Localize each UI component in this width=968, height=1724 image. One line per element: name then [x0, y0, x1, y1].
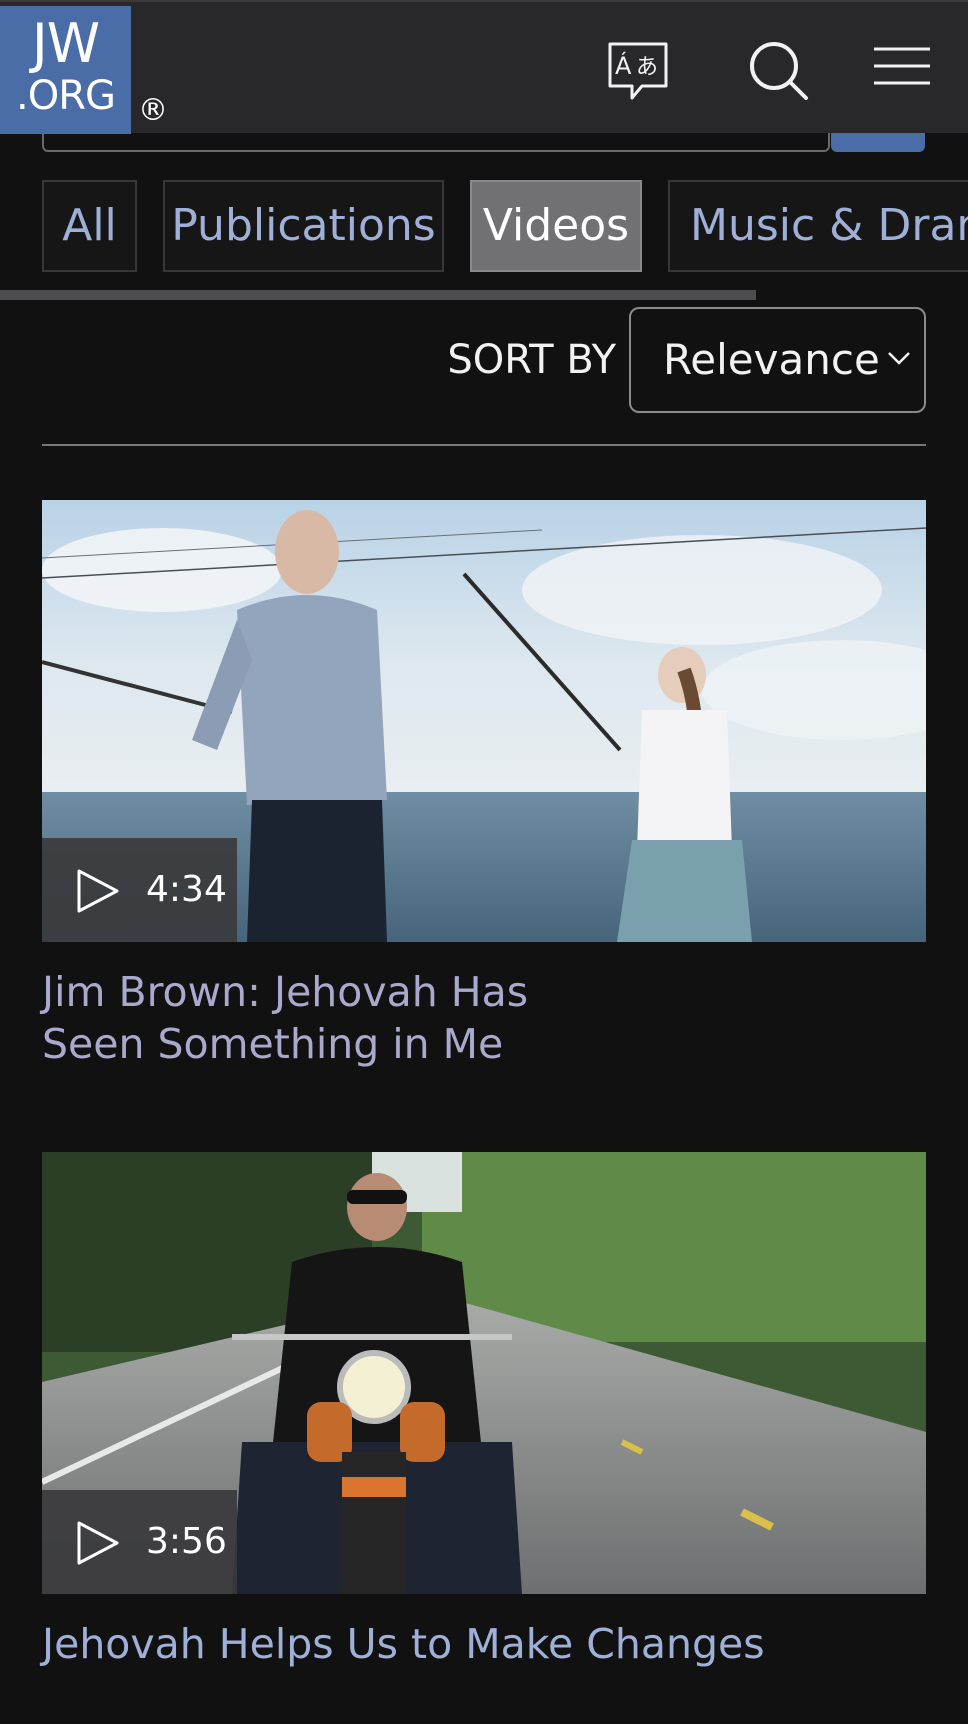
registered-mark: ®: [138, 93, 168, 128]
sort-selected-value: Relevance: [663, 335, 880, 384]
site-header: JW .ORG ® Á あ: [0, 0, 968, 134]
filter-tabs: All Publications Videos Music & Drama: [0, 180, 968, 274]
svg-text:Á: Á: [615, 51, 632, 80]
video-duration: 4:34: [146, 869, 227, 910]
logo-line2: .ORG: [16, 73, 116, 119]
chevron-down-icon: [888, 352, 910, 365]
play-icon: [77, 1521, 119, 1565]
hamburger-menu-icon[interactable]: [868, 36, 936, 106]
video-title-link[interactable]: Jehovah Helps Us to Make Changes: [42, 1618, 922, 1670]
tab-publications[interactable]: Publications: [163, 180, 444, 272]
video-thumbnail[interactable]: 3:56: [42, 1152, 926, 1594]
tab-music-drama[interactable]: Music & Drama: [668, 180, 968, 272]
jw-logo[interactable]: JW .ORG: [0, 6, 131, 134]
video-title-link[interactable]: Jim Brown: Jehovah Has Seen Something in…: [42, 966, 562, 1070]
tab-all[interactable]: All: [42, 180, 137, 272]
sort-by-label: SORT BY: [447, 337, 616, 383]
svg-text:あ: あ: [636, 55, 658, 80]
tab-videos[interactable]: Videos: [470, 180, 642, 272]
video-duration: 3:56: [146, 1521, 227, 1562]
tabs-scrollbar[interactable]: [0, 290, 968, 300]
play-icon: [77, 869, 119, 913]
tabs-scrollbar-thumb[interactable]: [0, 290, 756, 300]
language-icon[interactable]: Á あ: [604, 36, 674, 106]
video-thumbnail[interactable]: 4:34: [42, 500, 926, 942]
sort-select[interactable]: Relevance: [629, 307, 926, 413]
duration-badge: 3:56: [42, 1490, 237, 1594]
search-icon[interactable]: [744, 36, 814, 106]
logo-line1: JW: [31, 12, 100, 75]
divider: [42, 444, 926, 446]
duration-badge: 4:34: [42, 838, 237, 942]
